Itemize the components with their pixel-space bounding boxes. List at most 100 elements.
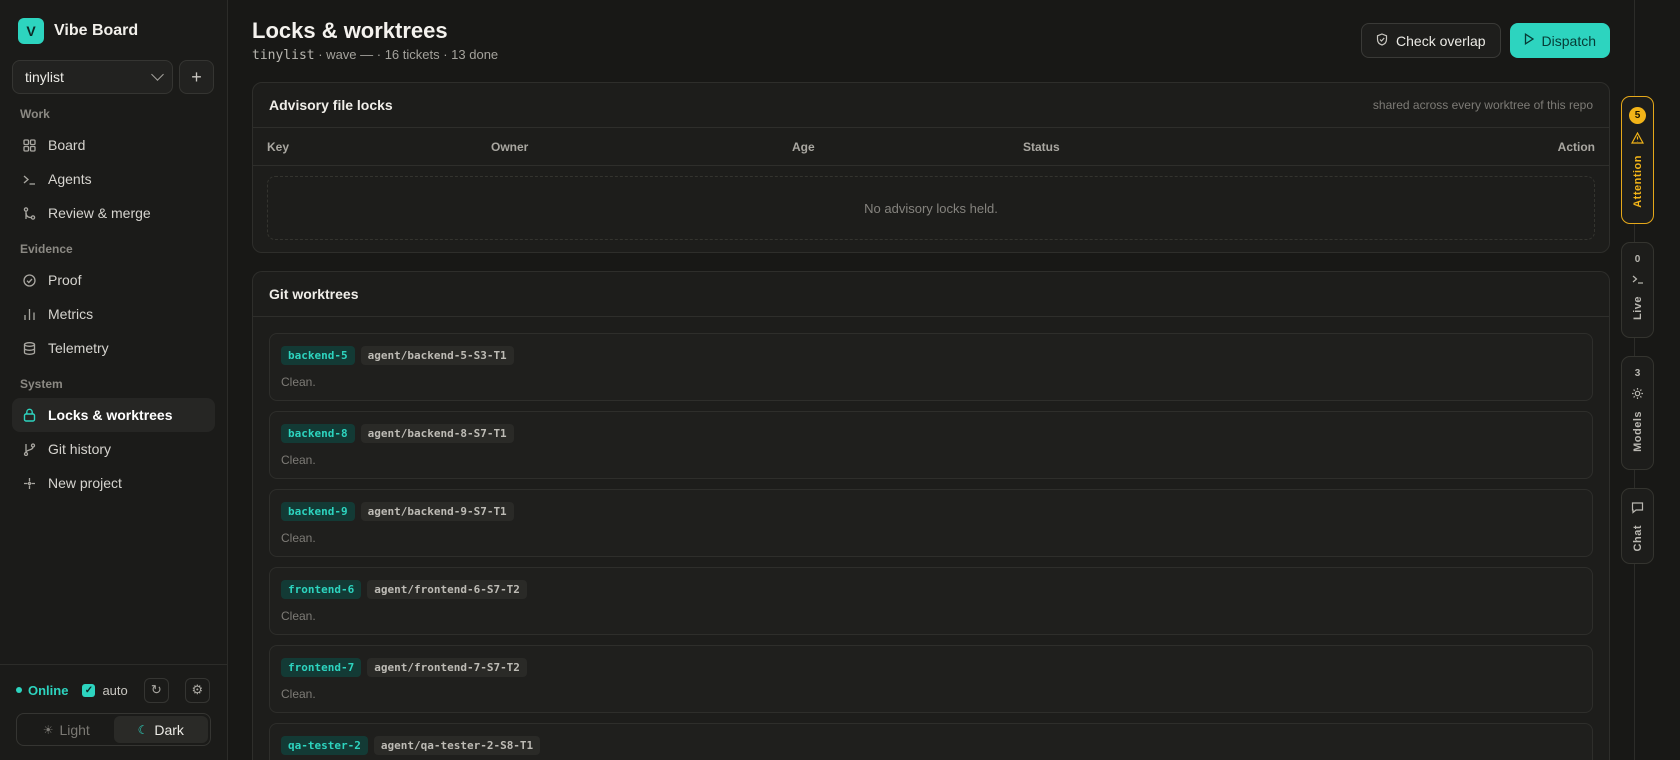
auto-refresh-checkbox[interactable]: ✓: [82, 683, 96, 697]
sidebar-item-locks-worktrees[interactable]: Locks & worktrees: [12, 398, 215, 432]
right-rail: 5 Attention 0 Live 3 Models Chat: [1621, 0, 1680, 760]
card-title: Advisory file locks: [269, 97, 393, 113]
rail-tab-live[interactable]: 0 Live: [1621, 242, 1654, 338]
column-header-status: Status: [1023, 139, 1060, 154]
terminal-icon: [1632, 273, 1644, 288]
sun-icon: ☀: [42, 722, 54, 737]
sidebar-item-review-merge[interactable]: Review & merge: [12, 196, 215, 230]
theme-dark-label: Dark: [154, 721, 184, 738]
theme-light-button[interactable]: ☀ Light: [19, 716, 114, 743]
worktree-item[interactable]: backend-8 agent/backend-8-S7-T1 Clean.: [269, 411, 1593, 479]
sidebar-item-proof[interactable]: Proof: [12, 263, 215, 297]
sidebar-item-label: Agents: [48, 171, 92, 187]
status-dot: [16, 687, 22, 693]
worktree-item[interactable]: frontend-7 agent/frontend-7-S7-T2 Clean.: [269, 645, 1593, 713]
chat-bubble-icon: [1631, 501, 1644, 517]
add-project-button[interactable]: +: [179, 60, 214, 94]
section-label-evidence: Evidence: [20, 242, 73, 256]
card-title: Git worktrees: [269, 286, 359, 302]
sidebar-item-label: Metrics: [48, 306, 94, 322]
dispatch-button[interactable]: Dispatch: [1509, 23, 1610, 58]
moon-icon: ☾: [137, 722, 149, 737]
project-select-value: tinylist: [25, 69, 64, 85]
worktree-status: Clean.: [281, 687, 316, 701]
settings-button[interactable]: ⚙: [184, 677, 210, 703]
worktree-branch: agent/frontend-6-S7-T2: [367, 579, 527, 599]
sidebar-item-git-history[interactable]: Git history: [12, 432, 215, 466]
page-meta: · wave — · 16 tickets · 13 done: [314, 47, 499, 62]
database-icon: [22, 341, 36, 355]
locks-empty-state: No advisory locks held.: [267, 176, 1595, 240]
shield-check-icon: [1376, 32, 1388, 49]
sidebar-item-metrics[interactable]: Metrics: [12, 297, 215, 331]
check-overlap-label: Check overlap: [1396, 32, 1486, 49]
sidebar-item-label: New project: [48, 475, 122, 491]
dispatch-label: Dispatch: [1541, 32, 1596, 49]
git-branch-icon: [22, 442, 36, 456]
sidebar-footer: Online ✓ auto ↻ ⚙ ☀ Light ☾ Dark: [0, 664, 228, 760]
lock-icon: [22, 408, 36, 422]
worktree-branch: agent/backend-5-S3-T1: [360, 345, 514, 365]
grid-icon: [22, 138, 36, 152]
terminal-icon: [22, 172, 36, 186]
check-circle-icon: [22, 273, 36, 287]
worktree-status: Clean.: [281, 609, 316, 623]
refresh-button[interactable]: ↻: [143, 677, 169, 703]
column-header-age: Age: [792, 139, 815, 154]
app-name: Vibe Board: [54, 22, 139, 39]
theme-light-label: Light: [59, 721, 90, 738]
theme-toggle: ☀ Light ☾ Dark: [16, 713, 211, 746]
rail-tab-models[interactable]: 3 Models: [1621, 356, 1654, 470]
rail-tab-chat[interactable]: Chat: [1621, 488, 1654, 564]
sidebar-item-agents[interactable]: Agents: [12, 162, 215, 196]
worktree-item[interactable]: backend-9 agent/backend-9-S7-T1 Clean.: [269, 489, 1593, 557]
rail-tab-label: Attention: [1631, 155, 1644, 208]
worktree-item[interactable]: backend-5 agent/backend-5-S3-T1 Clean.: [269, 333, 1593, 401]
repo-name: tinylist: [252, 48, 315, 63]
rail-tab-label: Chat: [1631, 525, 1644, 552]
brand-logo: V: [18, 18, 44, 44]
brand[interactable]: V Vibe Board: [18, 16, 227, 46]
locks-table-header: Key Owner Age Status Action: [253, 128, 1609, 166]
check-overlap-button[interactable]: Check overlap: [1361, 23, 1501, 58]
sidebar: V Vibe Board tinylist + Work Board Agent…: [0, 0, 228, 760]
column-header-owner: Owner: [491, 139, 529, 154]
page-subtitle: tinylist · wave — · 16 tickets · 13 done: [252, 47, 498, 63]
git-worktrees-card: Git worktrees backend-5 agent/backend-5-…: [252, 271, 1610, 760]
sidebar-item-label: Git history: [48, 441, 112, 457]
sidebar-item-label: Locks & worktrees: [48, 407, 173, 423]
theme-dark-button[interactable]: ☾ Dark: [113, 716, 208, 743]
warning-icon: [1630, 131, 1645, 147]
worktree-name: backend-5: [281, 345, 355, 365]
merge-icon: [22, 206, 36, 220]
rail-tab-label: Models: [1631, 411, 1644, 452]
advisory-locks-card: Advisory file locks shared across every …: [252, 82, 1610, 253]
bar-chart-icon: [22, 307, 36, 321]
page-title: Locks & worktrees: [252, 18, 448, 43]
sidebar-item-telemetry[interactable]: Telemetry: [12, 331, 215, 365]
plus-icon: +: [191, 66, 202, 87]
sidebar-item-board[interactable]: Board: [12, 128, 215, 162]
worktree-status: Clean.: [281, 531, 316, 545]
play-icon: [1524, 33, 1534, 48]
worktree-branch: agent/backend-9-S7-T1: [360, 501, 514, 521]
worktree-item[interactable]: qa-tester-2 agent/qa-tester-2-S8-T1: [269, 723, 1593, 760]
sidebar-item-label: Proof: [48, 272, 82, 288]
worktree-name: backend-8: [281, 423, 355, 443]
attention-count-badge: 5: [1629, 107, 1646, 124]
live-count: 0: [1634, 254, 1641, 265]
worktree-name: backend-9: [281, 501, 355, 521]
gear-icon: ⚙: [191, 682, 204, 697]
auto-refresh-label: auto: [102, 682, 128, 698]
sparkle-icon: [22, 476, 36, 490]
card-note: shared across every worktree of this rep…: [1372, 98, 1593, 112]
worktree-status: Clean.: [281, 375, 316, 389]
section-label-system: System: [20, 377, 63, 391]
worktree-item[interactable]: frontend-6 agent/frontend-6-S7-T2 Clean.: [269, 567, 1593, 635]
section-label-work: Work: [20, 107, 50, 121]
sidebar-item-new-project[interactable]: New project: [12, 466, 215, 500]
project-select[interactable]: tinylist: [12, 60, 173, 94]
chevron-down-icon: [151, 68, 164, 81]
models-count: 3: [1634, 368, 1641, 379]
rail-tab-attention[interactable]: 5 Attention: [1621, 96, 1654, 224]
